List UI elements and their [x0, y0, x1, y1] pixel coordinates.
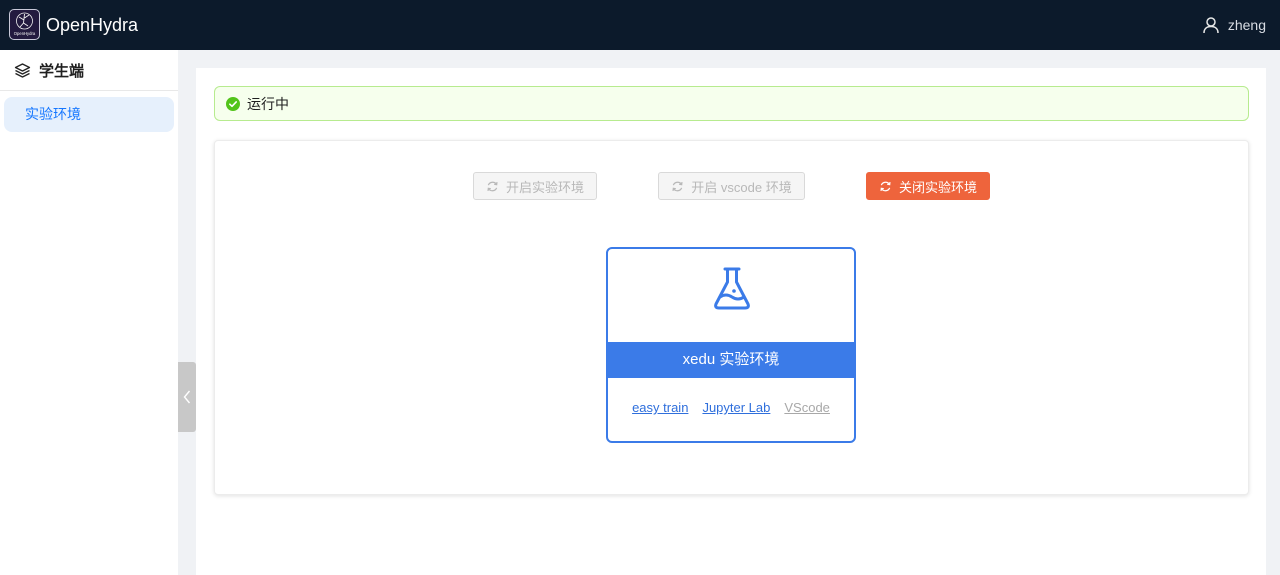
sidebar-collapse-handle[interactable]	[178, 362, 196, 432]
sync-icon	[880, 181, 891, 191]
top-navigation-bar: OpenHydra OpenHydra zheng	[0, 0, 1280, 50]
sidebar-header-label: 学生端	[39, 62, 85, 80]
start-environment-button[interactable]: 开启实验环境	[473, 172, 597, 200]
sync-icon	[487, 181, 498, 191]
start-environment-label: 开启实验环境	[505, 179, 584, 195]
user-icon	[1203, 17, 1219, 34]
environment-card: xedu 实验环境 easy train Jupyter Lab VScode	[606, 247, 856, 443]
logo-graphic: OpenHydra	[14, 12, 36, 36]
environment-panel: 开启实验环境 开启 vscode 环境 关闭实验环境 xedu 实验环境 eas…	[214, 140, 1249, 495]
chevron-left-icon	[183, 390, 191, 404]
stop-environment-label: 关闭实验环境	[898, 179, 977, 195]
sidebar: 学生端 实验环境	[0, 50, 178, 575]
start-vscode-button[interactable]: 开启 vscode 环境	[658, 172, 805, 200]
environment-title: xedu 实验环境	[608, 342, 854, 378]
app-title[interactable]: OpenHydra	[46, 13, 138, 37]
start-vscode-label: 开启 vscode 环境	[691, 179, 792, 195]
sidebar-header: 学生端	[0, 50, 178, 91]
stop-environment-button[interactable]: 关闭实验环境	[866, 172, 990, 200]
main-content: 运行中 开启实验环境 开启 vscode 环境 关闭实验环境 xedu 实验环境…	[196, 68, 1266, 575]
logo-text: OpenHydra	[14, 31, 36, 36]
check-circle-icon	[226, 96, 240, 111]
environment-links: easy train Jupyter Lab VScode	[608, 400, 854, 415]
status-alert: 运行中	[214, 86, 1249, 121]
vscode-link[interactable]: VScode	[784, 400, 830, 415]
layers-icon	[14, 62, 31, 78]
status-text: 运行中	[247, 95, 289, 112]
username: zheng	[1227, 17, 1266, 33]
sidebar-item-lab-environment[interactable]: 实验环境	[4, 97, 174, 132]
openhydra-logo[interactable]: OpenHydra	[9, 9, 40, 40]
user-menu[interactable]: zheng	[1202, 15, 1266, 35]
jupyter-lab-link[interactable]: Jupyter Lab	[702, 400, 770, 415]
easy-train-link[interactable]: easy train	[632, 400, 688, 415]
flask-icon	[714, 267, 750, 310]
sync-icon	[672, 181, 683, 191]
